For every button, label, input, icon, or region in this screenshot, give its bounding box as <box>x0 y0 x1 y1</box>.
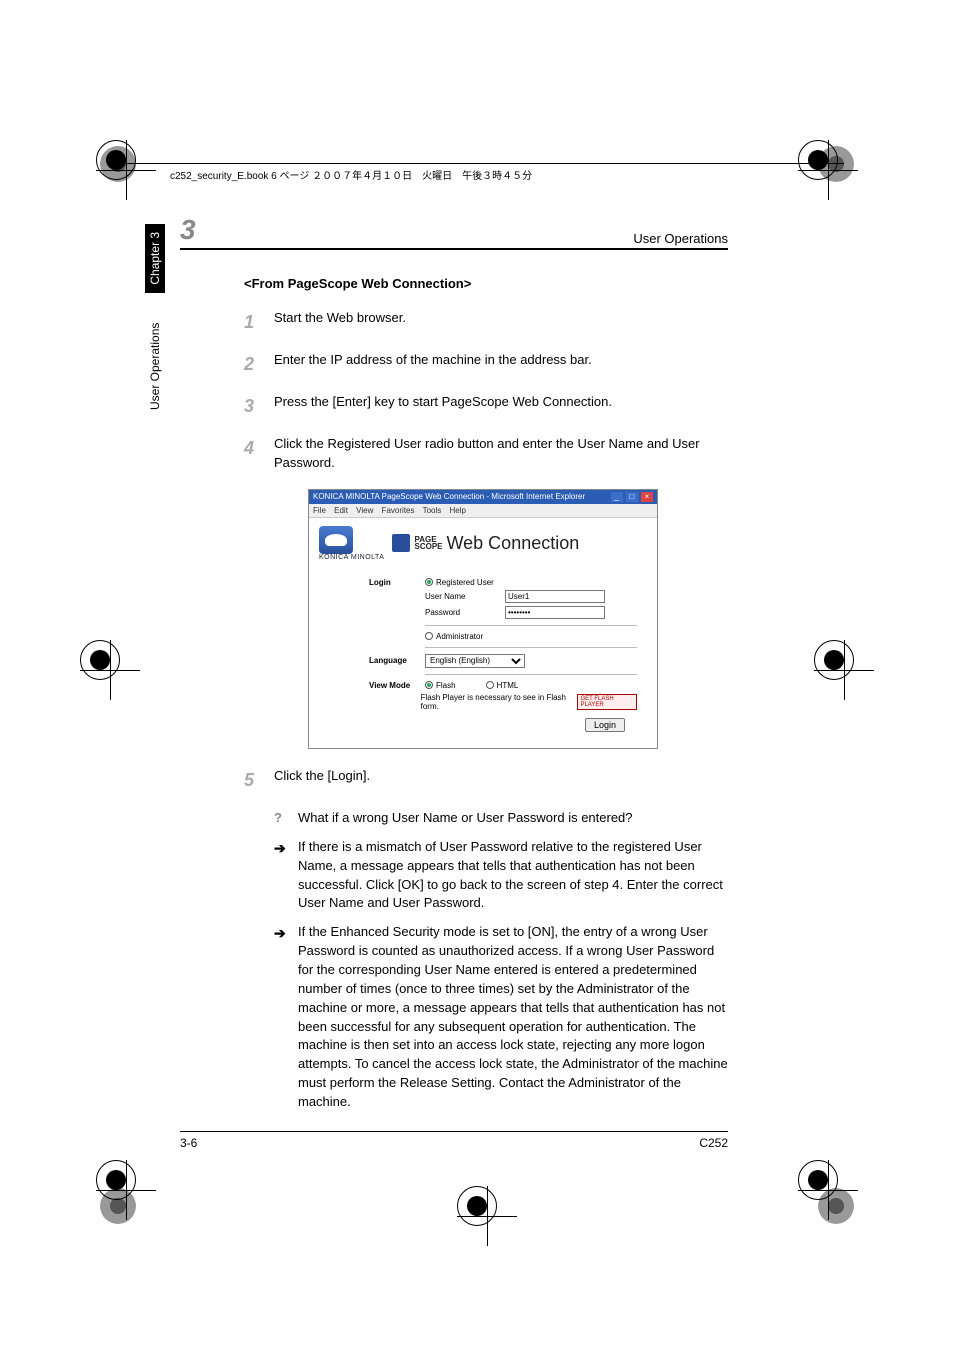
header-runner: c252_security_E.book 6 ページ ２００７年４月１０日 火曜… <box>170 167 532 182</box>
qa-question-text: What if a wrong User Name or User Passwo… <box>298 809 728 828</box>
window-controls: _ □ × <box>610 492 653 502</box>
registered-user-radio[interactable] <box>425 578 433 586</box>
crop-mark <box>798 140 858 200</box>
administrator-label: Administrator <box>436 632 483 641</box>
menu-favorites[interactable]: Favorites <box>382 506 415 515</box>
language-select[interactable]: English (English) <box>425 654 525 668</box>
viewmode-flash-label: Flash <box>436 681 456 690</box>
subheading: <From PageScope Web Connection> <box>244 276 728 291</box>
banner: KONICA MINOLTA PAGE SCOPE Web Connection <box>309 518 657 571</box>
qa-answer-text: If there is a mismatch of User Password … <box>298 838 728 913</box>
header-rule <box>110 163 844 164</box>
minimize-icon[interactable]: _ <box>611 492 623 502</box>
crop-mark <box>457 1186 517 1246</box>
menu-view[interactable]: View <box>356 506 373 515</box>
password-label: Password <box>425 608 505 617</box>
ie-title: KONICA MINOLTA PageScope Web Connection … <box>313 492 585 501</box>
step-number: 1 <box>244 309 274 335</box>
username-label: User Name <box>425 592 505 601</box>
km-logo-icon <box>319 526 353 554</box>
step-number: 5 <box>244 767 274 793</box>
step-3: 3 Press the [Enter] key to start PageSco… <box>244 393 728 419</box>
menu-edit[interactable]: Edit <box>334 506 348 515</box>
step-2: 2 Enter the IP address of the machine in… <box>244 351 728 377</box>
login-button[interactable]: Login <box>585 718 625 732</box>
question-mark-icon: ? <box>274 809 298 828</box>
viewmode-html-radio[interactable] <box>486 681 494 689</box>
step-text: Enter the IP address of the machine in t… <box>274 351 728 377</box>
arrow-icon: ➔ <box>274 838 298 913</box>
step-number: 2 <box>244 351 274 377</box>
arrow-icon: ➔ <box>274 923 298 1111</box>
pagescope-icon <box>392 534 410 552</box>
crop-mark <box>96 1160 156 1220</box>
footer-right: C252 <box>699 1136 728 1150</box>
pagescope-small: PAGE SCOPE <box>414 536 442 550</box>
ie-titlebar: KONICA MINOLTA PageScope Web Connection … <box>309 490 657 504</box>
viewmode-html-label: HTML <box>497 681 519 690</box>
section-number: 3 <box>180 214 196 246</box>
menu-tools[interactable]: Tools <box>423 506 442 515</box>
menu-help[interactable]: Help <box>450 506 466 515</box>
step-5: 5 Click the [Login]. <box>244 767 728 793</box>
crop-mark <box>80 640 140 700</box>
crop-mark <box>798 1160 858 1220</box>
flash-badge[interactable]: GET FLASH PLAYER <box>577 694 637 710</box>
step-text: Start the Web browser. <box>274 309 728 335</box>
banner-small-2: SCOPE <box>414 542 442 551</box>
step-1: 1 Start the Web browser. <box>244 309 728 335</box>
registered-user-label: Registered User <box>436 578 494 587</box>
side-tab-chapter: Chapter 3 <box>145 224 165 293</box>
qa-question: ? What if a wrong User Name or User Pass… <box>274 809 728 828</box>
viewmode-label: View Mode <box>369 681 425 690</box>
step-4: 4 Click the Registered User radio button… <box>244 435 728 473</box>
banner-big: Web Connection <box>447 533 580 554</box>
footer-left: 3-6 <box>180 1136 197 1150</box>
step-text: Click the Registered User radio button a… <box>274 435 728 473</box>
step-number: 4 <box>244 435 274 473</box>
embedded-screenshot: KONICA MINOLTA PageScope Web Connection … <box>308 489 658 749</box>
qa-answer-1: ➔ If there is a mismatch of User Passwor… <box>274 838 728 913</box>
page-footer: 3-6 C252 <box>180 1131 728 1150</box>
username-input[interactable] <box>505 590 605 603</box>
maximize-icon[interactable]: □ <box>626 492 638 502</box>
flash-note: Flash Player is necessary to see in Flas… <box>421 693 574 711</box>
language-label: Language <box>369 656 425 665</box>
viewmode-flash-radio[interactable] <box>425 681 433 689</box>
section-title: User Operations <box>633 231 728 246</box>
brand-text: KONICA MINOLTA <box>319 554 384 561</box>
step-text: Press the [Enter] key to start PageScope… <box>274 393 728 419</box>
step-text: Click the [Login]. <box>274 767 728 793</box>
side-tab-label: User Operations <box>148 323 162 410</box>
side-tab: User Operations Chapter 3 <box>145 224 165 410</box>
pagescope-banner: PAGE SCOPE Web Connection <box>392 533 579 554</box>
step-number: 3 <box>244 393 274 419</box>
login-label: Login <box>369 578 425 587</box>
ie-menubar: File Edit View Favorites Tools Help <box>309 504 657 518</box>
section-header: 3 User Operations <box>180 214 728 250</box>
crop-mark <box>96 140 156 200</box>
login-form: Login Registered User User Name Password… <box>309 571 657 748</box>
menu-file[interactable]: File <box>313 506 326 515</box>
administrator-radio[interactable] <box>425 632 433 640</box>
close-icon[interactable]: × <box>641 492 653 502</box>
password-input[interactable] <box>505 606 605 619</box>
qa-answer-2: ➔ If the Enhanced Security mode is set t… <box>274 923 728 1111</box>
crop-mark <box>814 640 874 700</box>
qa-answer-text: If the Enhanced Security mode is set to … <box>298 923 728 1111</box>
